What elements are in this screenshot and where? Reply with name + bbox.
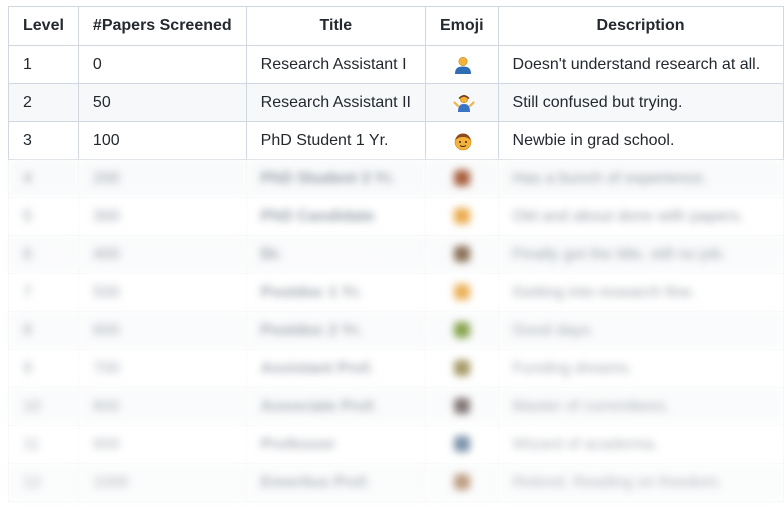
cell-title: Professor [245,425,426,464]
table-row-blurred: 9 700 Assistant Prof. Funding dreams. [8,349,784,388]
cell-emoji [424,425,499,464]
header-papers-screened: #Papers Screened [77,6,247,46]
cell-emoji [424,121,499,160]
emoji-icon [453,436,470,453]
cell-papers: 400 [77,235,247,274]
cell-description: Newbie in grad school. [497,121,784,160]
header-description: Description [497,6,784,46]
table-header-row: Level #Papers Screened Title Emoji Descr… [8,6,784,46]
cell-papers: 500 [77,273,247,312]
cell-description: Has a bunch of experience. [497,159,784,198]
cell-level: 4 [8,159,79,198]
level-table: Level #Papers Screened Title Emoji Descr… [8,6,784,502]
cell-papers: 1000 [77,463,247,502]
table-row-blurred: 8 600 Postdoc 2 Yr. Good days. [8,311,784,350]
cell-title: Assistant Prof. [245,349,426,388]
cell-description: Good days. [497,311,784,350]
cell-level: 3 [8,121,79,160]
cell-papers: 300 [77,197,247,236]
header-emoji: Emoji [424,6,499,46]
cell-emoji [424,45,499,84]
cell-title: Dr. [245,235,426,274]
cell-description: Finally got the title, still no job. [497,235,784,274]
cell-level: 9 [8,349,79,388]
emoji-icon [453,322,470,339]
blurred-rows: 4 200 PhD Student 3 Yr. Has a bunch of expe… [8,159,784,502]
table-row-blurred: 10 800 Associate Prof. Master of committees… [8,387,784,426]
cell-papers: 200 [77,159,247,198]
page: Level #Papers Screened Title Emoji Descr… [0,0,784,525]
cell-title: Associate Prof. [245,387,426,426]
emoji-icon [453,208,470,225]
cell-emoji [424,197,499,236]
cell-level: 6 [8,235,79,274]
cell-level: 10 [8,387,79,426]
table-row-blurred: 7 500 Postdoc 1 Yr. Getting into research f… [8,273,784,312]
cell-title: Emeritus Prof. [245,463,426,502]
cell-title: PhD Student 1 Yr. [245,121,426,160]
table-row-blurred: 5 300 PhD Candidate Old and about done with… [8,197,784,236]
emoji-icon [453,284,470,301]
cell-level: 2 [8,83,79,122]
table-row-blurred: 6 400 Dr. Finally got the title, still no j… [8,235,784,274]
cell-description: Retired. Reading on freedom. [497,463,784,502]
cell-papers: 600 [77,311,247,350]
person-icon [453,55,471,75]
cell-emoji [424,311,499,350]
cell-description: Doesn't understand research at all. [497,45,784,84]
cell-emoji [424,159,499,198]
cell-title: Research Assistant II [245,83,426,122]
cell-title: Research Assistant I [245,45,426,84]
cell-papers: 800 [77,387,247,426]
cell-papers: 0 [77,45,247,84]
header-level: Level [8,6,79,46]
cell-papers: 900 [77,425,247,464]
cell-level: 5 [8,197,79,236]
emoji-icon [453,170,470,187]
student-face-icon [453,131,472,151]
cell-title: Postdoc 1 Yr. [245,273,426,312]
cell-description: Funding dreams. [497,349,784,388]
cell-description: Getting into research fine. [497,273,784,312]
cell-level: 12 [8,463,79,502]
cell-emoji [424,83,499,122]
cell-title: PhD Student 3 Yr. [245,159,426,198]
cell-emoji [424,349,499,388]
cell-description: Wizard of academia. [497,425,784,464]
table-row-blurred: 4 200 PhD Student 3 Yr. Has a bunch of expe… [8,159,784,198]
cell-description: Still confused but trying. [497,83,784,122]
table-row: 1 0 Research Assistant I Doesn't underst… [8,45,784,84]
emoji-icon [453,398,470,415]
cell-papers: 50 [77,83,247,122]
cell-title: PhD Candidate [245,197,426,236]
table-row: 3 100 PhD Student 1 Yr. Newbie in grad s… [8,121,784,160]
cell-level: 8 [8,311,79,350]
cell-level: 11 [8,425,79,464]
cell-emoji [424,387,499,426]
person-shrugging-icon [453,93,475,113]
table-row-blurred: 11 900 Professor Wizard of academia. [8,425,784,464]
cell-title: Postdoc 2 Yr. [245,311,426,350]
table-row: 2 50 Research Assistant II Still confuse… [8,83,784,122]
cell-description: Old and about done with papers. [497,197,784,236]
cell-emoji [424,273,499,312]
cell-papers: 700 [77,349,247,388]
cell-level: 1 [8,45,79,84]
cell-description: Master of committees. [497,387,784,426]
table-row-blurred: 12 1000 Emeritus Prof. Retired. Reading on … [8,463,784,502]
cell-level: 7 [8,273,79,312]
emoji-icon [453,474,470,491]
emoji-icon [453,246,470,263]
header-title: Title [245,6,426,46]
cell-emoji [424,463,499,502]
cell-papers: 100 [77,121,247,160]
cell-emoji [424,235,499,274]
emoji-icon [453,360,470,377]
